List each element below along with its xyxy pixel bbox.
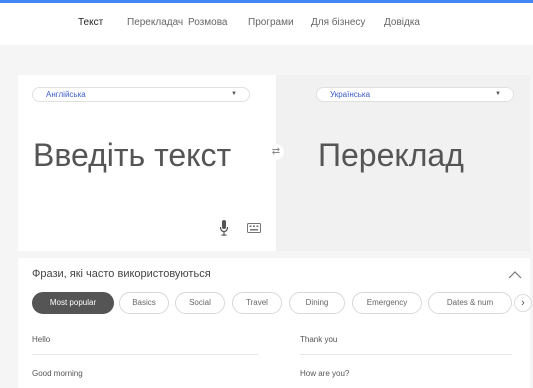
nav-item-apps[interactable]: Програми [248,17,294,28]
top-bar: Текст Перекладач Розмова Програми Для бі… [0,0,533,45]
divider [32,354,258,355]
chevron-down-icon: ▼ [231,91,237,97]
translation-output: Переклад [318,135,464,175]
keyboard-icon[interactable] [247,223,261,233]
chip-basics[interactable]: Basics [119,292,169,314]
source-placeholder: Введіть текст [33,137,232,173]
target-language-label: Українська [330,90,371,99]
chip-social[interactable]: Social [175,292,225,314]
source-text-input[interactable]: Введіть текст [33,135,231,175]
phrasebook-section: Фрази, які часто використовуються Most p… [18,258,532,388]
target-placeholder: Переклад [318,137,464,173]
nav-item-help[interactable]: Довідка [384,17,420,28]
chevron-right-icon[interactable]: › [514,294,532,312]
source-panel: Англійська ▼ Введіть текст [18,75,276,251]
target-panel: Українська ▼ Переклад [276,75,530,251]
phrasebook-title: Фрази, які часто використовуються [32,268,211,280]
source-language-label: Англійська [46,90,86,99]
swap-languages-button[interactable]: ⇄ [268,144,284,160]
chip-emergency[interactable]: Emergency [352,292,422,314]
phrase-item[interactable]: Thank you [300,335,337,344]
nav-item-translator[interactable]: Перекладач [127,17,183,28]
chip-most-popular[interactable]: Most popular [32,292,114,314]
nav-item-conversation[interactable]: Розмова [188,17,227,28]
swap-icon: ⇄ [271,146,281,157]
phrase-item[interactable]: Good morning [32,369,83,378]
chip-dates-numbers[interactable]: Dates & num [428,292,512,314]
microphone-icon[interactable] [219,220,229,236]
main-nav: Текст Перекладач Розмова Програми Для бі… [0,17,533,37]
category-chips: Most popular Basics Social Travel Dining… [32,292,532,316]
chevron-up-icon[interactable] [508,270,522,280]
phrase-item[interactable]: How are you? [300,369,349,378]
phrase-item[interactable]: Hello [32,335,50,344]
divider [300,354,512,355]
chevron-down-icon: ▼ [495,91,501,97]
nav-item-business[interactable]: Для бізнесу [311,17,365,28]
target-language-select[interactable]: Українська ▼ [316,87,514,102]
chip-travel[interactable]: Travel [232,292,282,314]
source-language-select[interactable]: Англійська ▼ [32,87,250,102]
nav-item-text[interactable]: Текст [78,17,103,28]
chip-dining[interactable]: Dining [289,292,345,314]
